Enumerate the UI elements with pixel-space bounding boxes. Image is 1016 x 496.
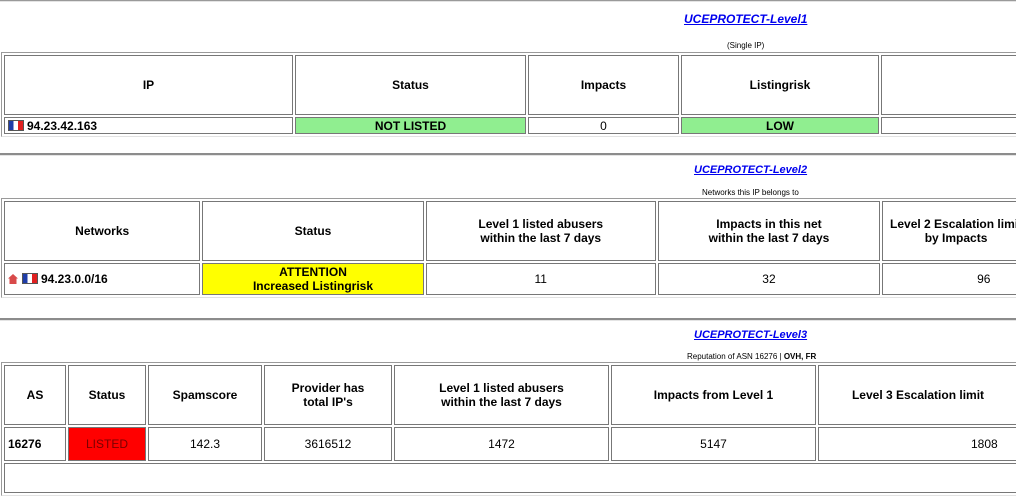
empty-row — [4, 463, 1016, 493]
header-empty — [881, 55, 1016, 115]
header-status: Status — [68, 365, 146, 425]
table-row — [4, 463, 1016, 493]
level2-table: Networks Status Level 1 listed abusers w… — [1, 198, 1016, 298]
france-flag-icon — [8, 119, 24, 131]
header-escalation: Level 2 Escalation limit by Impacts — [882, 201, 1016, 261]
table-row: 16276 LISTED 142.3 3616512 1472 5147 180… — [4, 427, 1016, 461]
header-abusers-line1: Level 1 listed abusers — [478, 217, 604, 231]
network-cell: 94.23.0.0/16 — [4, 263, 201, 295]
escalation-value: 1808 — [818, 427, 1016, 461]
header-impacts: Impacts in this net within the last 7 da… — [657, 201, 881, 261]
status-line2: Increased Listingrisk — [252, 279, 374, 293]
empty-cell — [881, 117, 1016, 134]
header-provider-line1: Provider has — [291, 381, 365, 395]
abusers-value: 1472 — [394, 427, 609, 461]
level2-subtitle: Networks this IP belongs to — [702, 188, 799, 197]
header-escalation: Level 3 Escalation limit — [818, 365, 1016, 425]
header-as: AS — [4, 365, 66, 425]
header-escalation-line1: Level 2 Escalation limit — [890, 217, 1016, 231]
level1-table: IP Status Impacts Listingrisk 94.23.42.1… — [1, 52, 1016, 137]
impacts-value: 5147 — [611, 427, 816, 461]
level3-title-link[interactable]: UCEPROTECT-Level3 — [694, 329, 807, 341]
header-provider-line2: total IP's — [303, 395, 353, 409]
table-row: 94.23.42.163 NOT LISTED 0 LOW — [4, 117, 1016, 134]
header-status: Status — [202, 201, 424, 261]
status-badge: NOT LISTED — [295, 117, 526, 134]
level1-title-link[interactable]: UCEPROTECT-Level1 — [684, 12, 807, 26]
level3-table: AS Status Spamscore Provider has total I… — [1, 362, 1016, 496]
status-badge: ATTENTION Increased Listingrisk — [202, 263, 424, 295]
header-abusers: Level 1 listed abusers within the last 7… — [394, 365, 609, 425]
header-impacts: Impacts — [528, 55, 679, 115]
impacts-value: 0 — [528, 117, 679, 134]
header-abusers-line2: within the last 7 days — [480, 231, 602, 245]
level3-subtitle-prefix: Reputation of ASN 16276 | — [687, 352, 784, 361]
header-provider-ips: Provider has total IP's — [264, 365, 392, 425]
header-listingrisk: Listingrisk — [681, 55, 879, 115]
total-ips-value: 3616512 — [264, 427, 392, 461]
level1-subtitle: (Single IP) — [727, 41, 765, 50]
level2-title-link[interactable]: UCEPROTECT-Level2 — [694, 164, 807, 176]
impacts-value: 32 — [657, 263, 881, 295]
header-abusers-line1: Level 1 listed abusers — [439, 381, 564, 395]
listingrisk-badge: LOW — [681, 117, 879, 134]
level3-subtitle: Reputation of ASN 16276 | OVH, FR — [687, 352, 816, 361]
home-icon[interactable] — [8, 274, 18, 284]
level3-provider-name: OVH, FR — [783, 352, 817, 361]
header-abusers: Level 1 listed abusers within the last 7… — [425, 201, 656, 261]
ip-cell: 94.23.42.163 — [4, 117, 293, 134]
header-impacts-line1: Impacts in this net — [716, 217, 822, 231]
as-number: 16276 — [4, 427, 66, 461]
header-abusers-line2: within the last 7 days — [441, 395, 562, 409]
network-range: 94.23.0.0/16 — [41, 272, 108, 286]
ip-address: 94.23.42.163 — [27, 118, 98, 133]
header-status: Status — [295, 55, 526, 115]
header-networks: Networks — [4, 201, 201, 261]
status-badge: LISTED — [68, 427, 146, 461]
divider — [0, 0, 1016, 2]
header-ip: IP — [4, 55, 293, 115]
header-impacts: Impacts from Level 1 — [611, 365, 816, 425]
abusers-value: 11 — [425, 263, 656, 295]
france-flag-icon — [22, 273, 38, 284]
spamscore-value: 142.3 — [148, 427, 262, 461]
header-spamscore: Spamscore — [148, 365, 262, 425]
divider — [0, 318, 1016, 321]
header-escalation-line2: by Impacts — [924, 231, 988, 245]
table-row: 94.23.0.0/16 ATTENTION Increased Listing… — [4, 263, 1016, 295]
status-line1: ATTENTION — [279, 265, 347, 279]
divider — [0, 153, 1016, 156]
header-impacts-line2: within the last 7 days — [708, 231, 830, 245]
escalation-value: 96 — [882, 263, 1016, 295]
